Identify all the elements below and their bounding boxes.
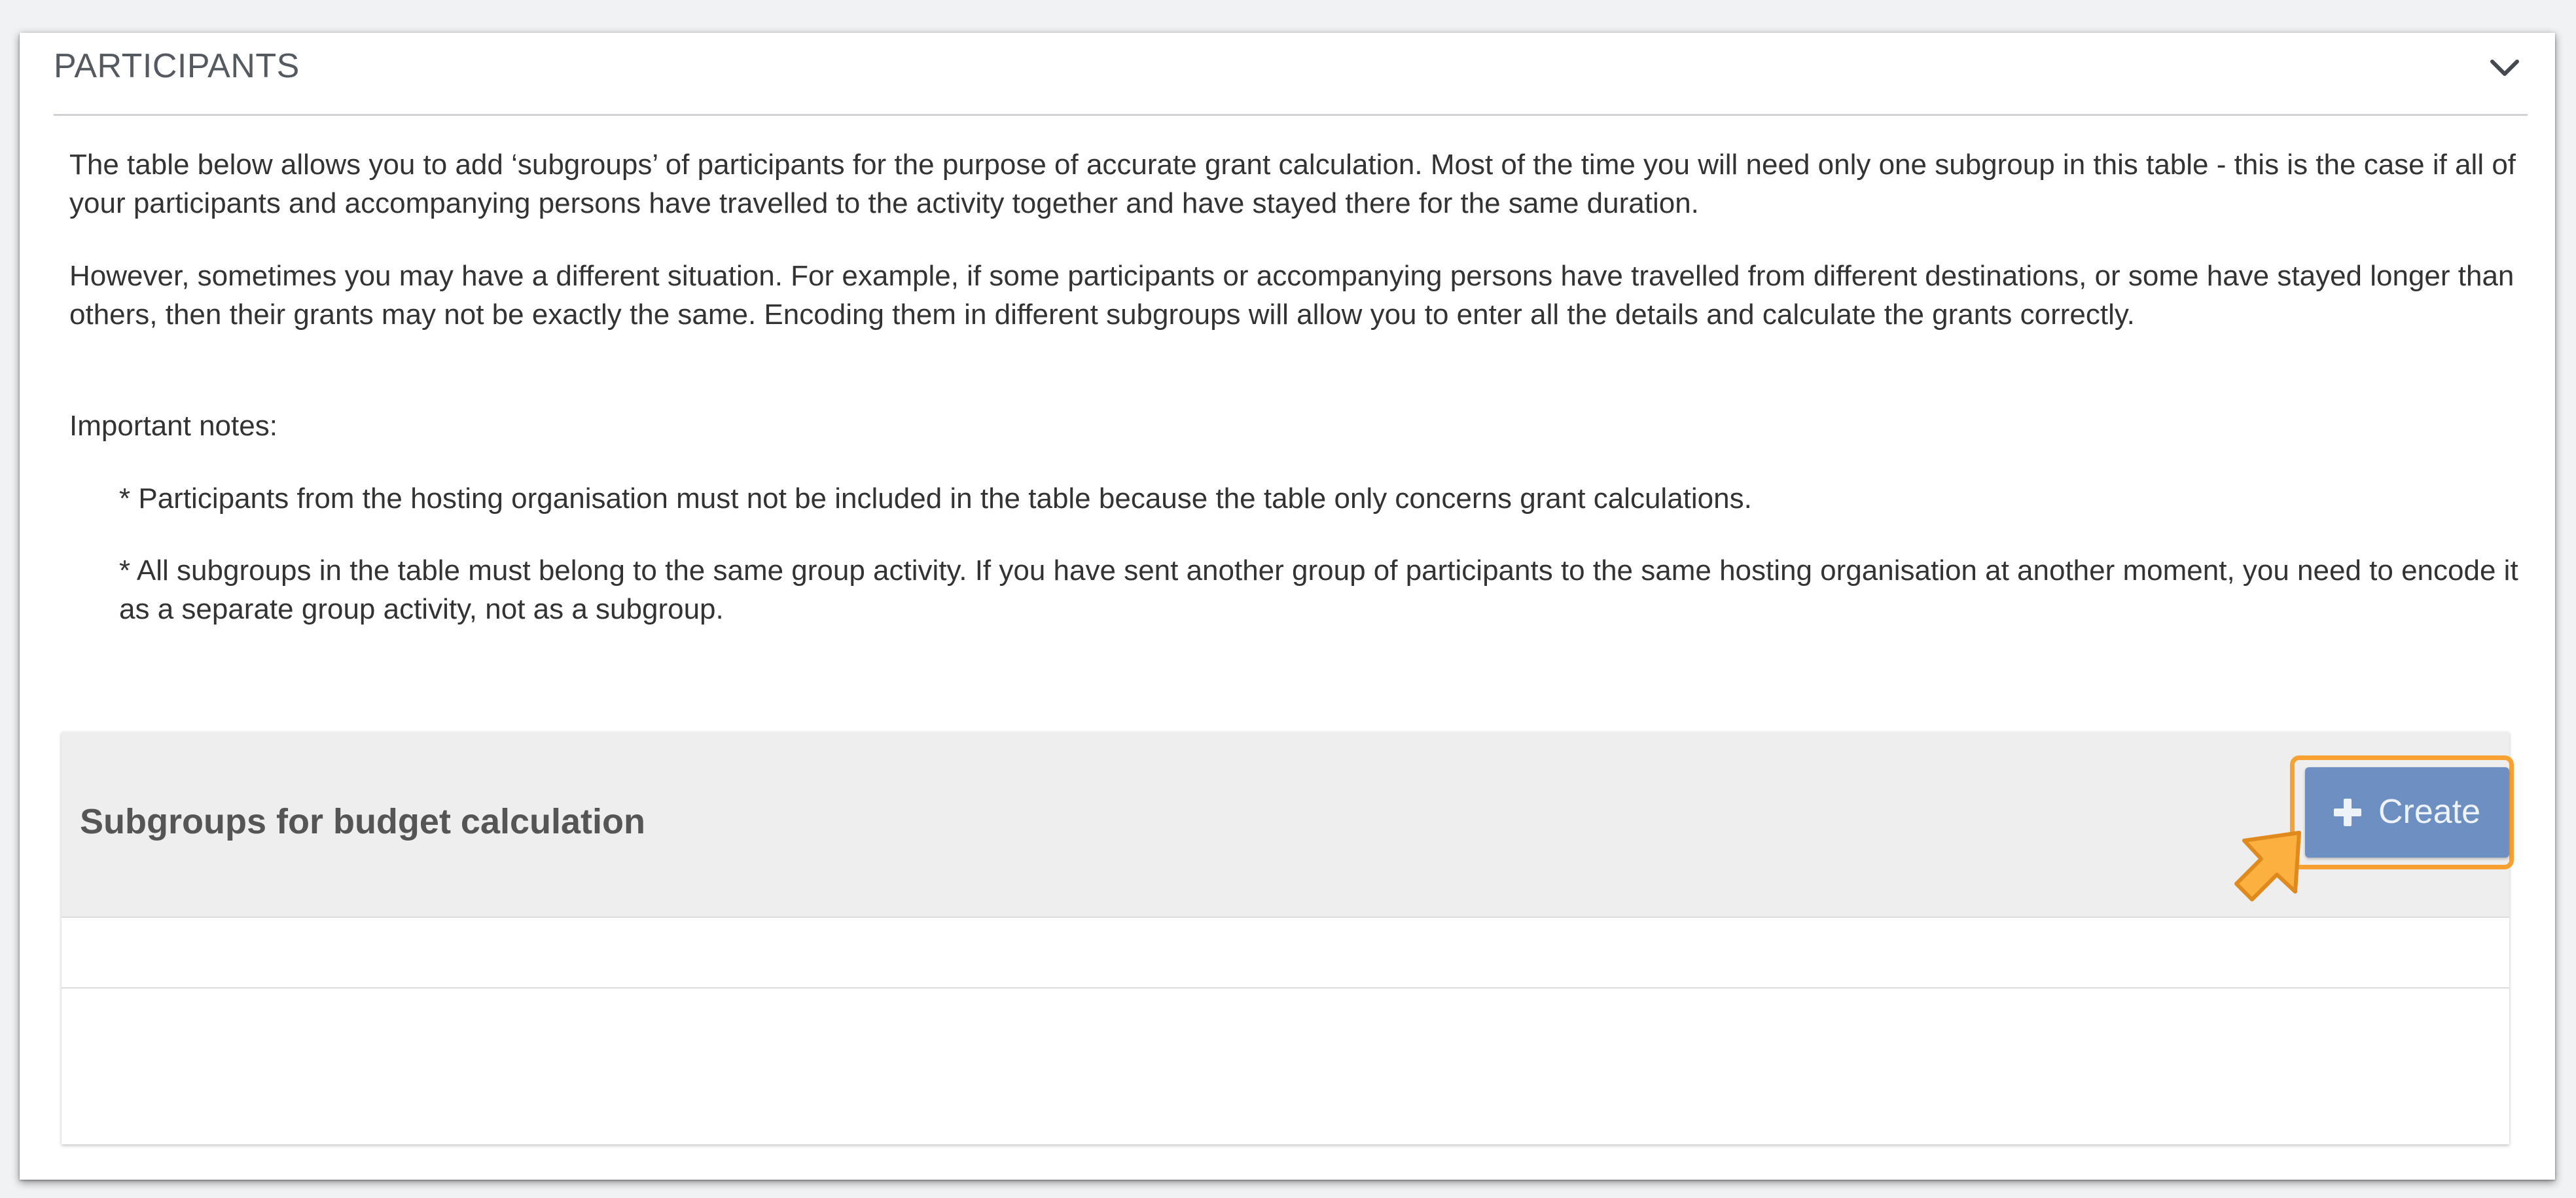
subgroups-table: Subgroups for budget calculation Create xyxy=(62,732,2514,1144)
pointer-arrow-icon xyxy=(2234,831,2301,901)
table-header: Subgroups for budget calculation Create xyxy=(62,732,2514,918)
chevron-down-icon[interactable] xyxy=(2482,48,2528,88)
table-row-divider xyxy=(62,987,2509,989)
note-item: * All subgroups in the table must belong… xyxy=(119,554,2518,625)
intro-paragraph: However, sometimes you may have a differ… xyxy=(69,260,2514,331)
create-button[interactable]: Create xyxy=(2305,767,2509,858)
note-item: * Participants from the hosting organisa… xyxy=(119,482,1752,515)
create-button-label: Create xyxy=(2378,793,2481,831)
section-header[interactable]: PARTICIPANTS xyxy=(54,33,2528,116)
important-notes-label: Important notes: xyxy=(69,410,277,442)
section-title: PARTICIPANTS xyxy=(54,47,300,85)
plus-icon xyxy=(2334,799,2361,826)
table-title: Subgroups for budget calculation xyxy=(80,802,645,841)
participants-panel: PARTICIPANTS The table below allows you … xyxy=(20,33,2555,1180)
intro-paragraph: The table below allows you to add ‘subgr… xyxy=(69,149,2516,219)
